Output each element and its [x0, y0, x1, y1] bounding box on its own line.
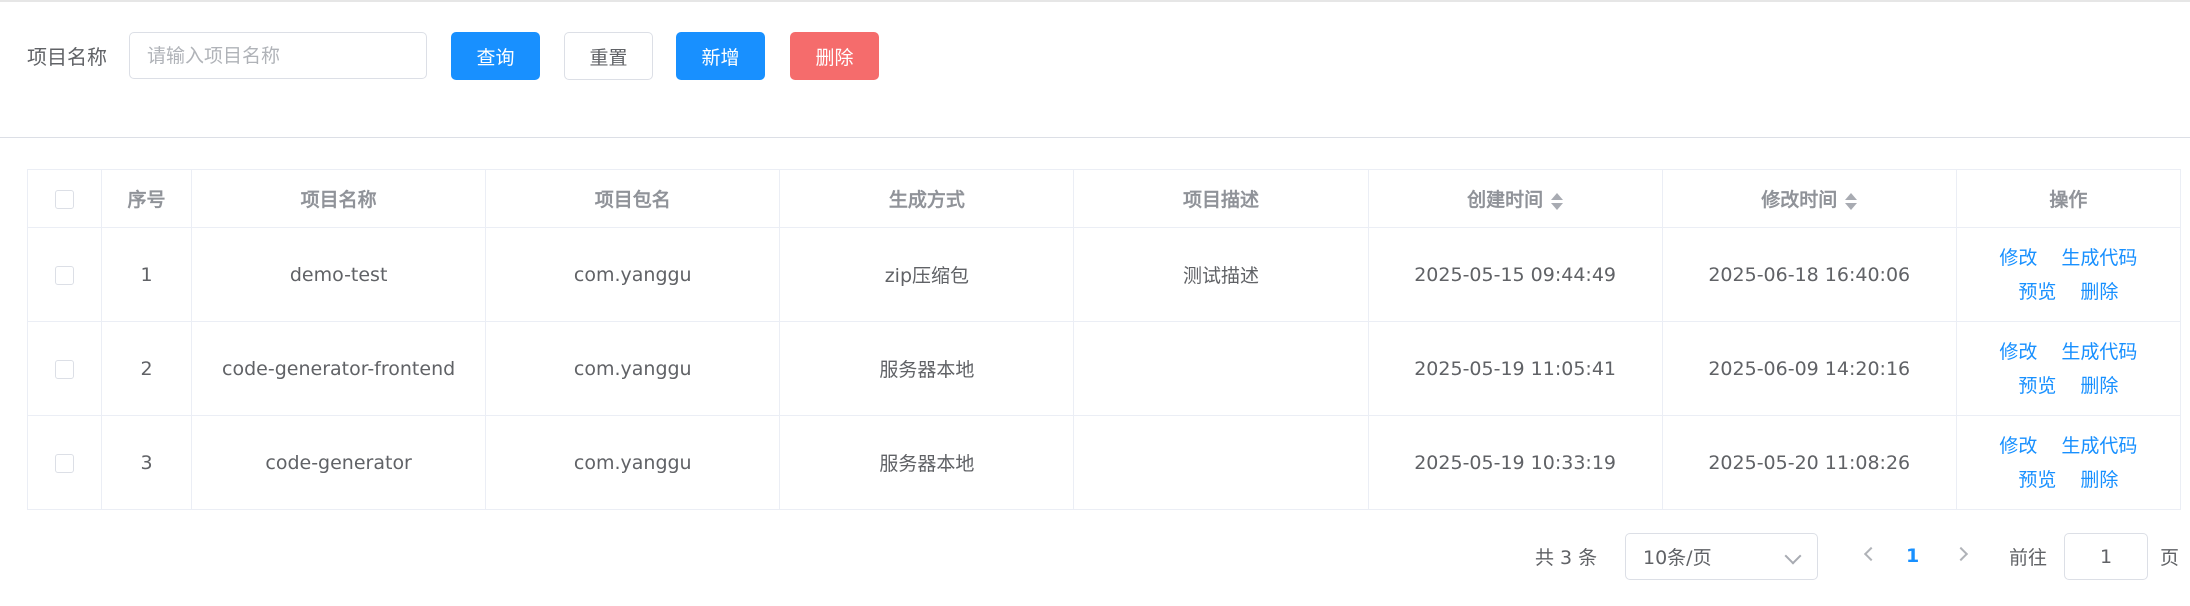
cell-modified: 2025-05-20 11:08:26 — [1661, 415, 1957, 510]
cell-actions: 修改 生成代码 预览 删除 — [1955, 415, 2182, 510]
cell-modified: 2025-06-09 14:20:16 — [1661, 321, 1957, 416]
cell-index: 1 — [101, 227, 193, 322]
header-modified-label: 修改时间 — [1761, 189, 1838, 211]
batch-delete-button[interactable]: 删除 — [790, 32, 879, 80]
search-bar: 项目名称 查询 重置 新增 删除 — [0, 0, 2190, 138]
cell-mode: 服务器本地 — [779, 321, 1075, 416]
cell-name: demo-test — [191, 227, 487, 322]
goto-label: 前往 — [2009, 546, 2048, 569]
header-created[interactable]: 创建时间 — [1367, 169, 1663, 228]
cell-package: com.yanggu — [485, 321, 781, 416]
sort-icon[interactable] — [1551, 191, 1564, 211]
cell-actions: 修改 生成代码 预览 删除 — [1955, 321, 2182, 416]
page-size-value: 10条/页 — [1643, 547, 1712, 569]
cell-created: 2025-05-19 11:05:41 — [1367, 321, 1663, 416]
delete-link[interactable]: 删除 — [2080, 281, 2118, 303]
reset-button[interactable]: 重置 — [564, 32, 653, 80]
header-package: 项目包名 — [485, 169, 781, 228]
table-row: 3 code-generator com.yanggu 服务器本地 2025-0… — [26, 415, 2182, 510]
edit-link[interactable]: 修改 — [1999, 247, 2037, 269]
add-button[interactable]: 新增 — [676, 32, 765, 80]
header-mode: 生成方式 — [779, 169, 1075, 228]
select-all-cell — [26, 169, 103, 228]
row-checkbox[interactable] — [55, 453, 75, 473]
cell-desc: 测试描述 — [1073, 227, 1369, 322]
header-index: 序号 — [101, 169, 193, 228]
cell-mode: zip压缩包 — [779, 227, 1075, 322]
delete-link[interactable]: 删除 — [2080, 469, 2118, 491]
table-row: 1 demo-test com.yanggu zip压缩包 测试描述 2025-… — [26, 227, 2182, 322]
row-checkbox[interactable] — [55, 265, 75, 285]
cell-desc — [1073, 415, 1369, 510]
preview-link[interactable]: 预览 — [2018, 281, 2056, 303]
generate-code-link[interactable]: 生成代码 — [2061, 341, 2137, 363]
cell-package: com.yanggu — [485, 227, 781, 322]
sort-icon[interactable] — [1845, 191, 1858, 211]
cell-name: code-generator — [191, 415, 487, 510]
edit-link[interactable]: 修改 — [1999, 435, 2037, 457]
cell-index: 3 — [101, 415, 193, 510]
prev-page-icon[interactable] — [1863, 546, 1879, 562]
select-all-checkbox[interactable] — [55, 189, 75, 209]
chevron-down-icon — [1784, 547, 1802, 565]
goto-page-input[interactable] — [2064, 533, 2148, 580]
delete-link[interactable]: 删除 — [2080, 375, 2118, 397]
preview-link[interactable]: 预览 — [2018, 469, 2056, 491]
page-size-select[interactable]: 10条/页 — [1625, 533, 1818, 580]
table-header-row: 序号 项目名称 项目包名 生成方式 项目描述 创建时间 修改时间 操作 — [26, 169, 2182, 228]
query-button[interactable]: 查询 — [451, 32, 540, 80]
generate-code-link[interactable]: 生成代码 — [2061, 247, 2137, 269]
row-select-cell — [26, 227, 103, 322]
cell-created: 2025-05-19 10:33:19 — [1367, 415, 1663, 510]
cell-desc — [1073, 321, 1369, 416]
page-unit-label: 页 — [2160, 546, 2180, 569]
preview-link[interactable]: 预览 — [2018, 375, 2056, 397]
cell-modified: 2025-06-18 16:40:06 — [1661, 227, 1957, 322]
header-desc: 项目描述 — [1073, 169, 1369, 228]
project-name-label: 项目名称 — [27, 45, 107, 69]
header-modified[interactable]: 修改时间 — [1661, 169, 1957, 228]
row-select-cell — [26, 415, 103, 510]
table-row: 2 code-generator-frontend com.yanggu 服务器… — [26, 321, 2182, 416]
header-actions: 操作 — [1955, 169, 2182, 228]
page-number-current[interactable]: 1 — [1906, 533, 1919, 579]
cell-created: 2025-05-15 09:44:49 — [1367, 227, 1663, 322]
header-name: 项目名称 — [191, 169, 487, 228]
header-created-label: 创建时间 — [1467, 189, 1544, 211]
next-page-icon[interactable] — [1953, 546, 1969, 562]
cell-name: code-generator-frontend — [191, 321, 487, 416]
row-checkbox[interactable] — [55, 359, 75, 379]
cell-mode: 服务器本地 — [779, 415, 1075, 510]
cell-actions: 修改 生成代码 预览 删除 — [1955, 227, 2182, 322]
row-select-cell — [26, 321, 103, 416]
generate-code-link[interactable]: 生成代码 — [2061, 435, 2137, 457]
pagination-total: 共 3 条 — [1535, 546, 1598, 569]
edit-link[interactable]: 修改 — [1999, 341, 2037, 363]
cell-index: 2 — [101, 321, 193, 416]
cell-package: com.yanggu — [485, 415, 781, 510]
project-name-input[interactable] — [129, 32, 427, 79]
project-table: 序号 项目名称 项目包名 生成方式 项目描述 创建时间 修改时间 操作 1 de… — [26, 169, 2182, 510]
